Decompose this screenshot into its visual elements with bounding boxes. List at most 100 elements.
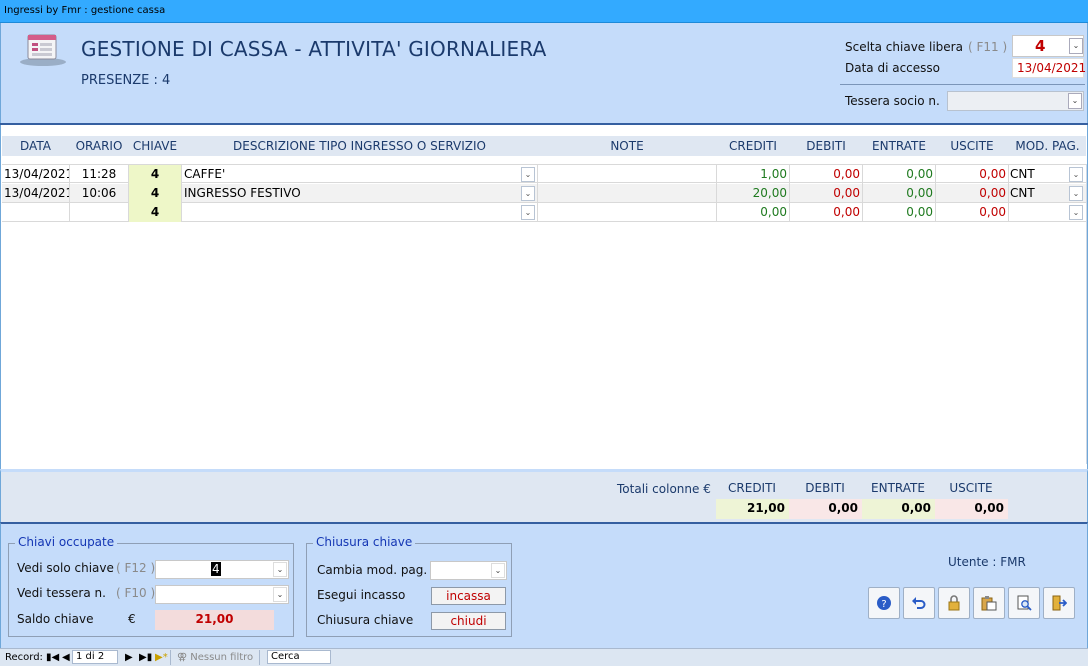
chevron-down-icon[interactable]: ⌄ — [1069, 38, 1083, 54]
cell-note[interactable] — [538, 203, 717, 222]
undo-button[interactable] — [903, 587, 935, 619]
chevron-down-icon[interactable]: ⌄ — [273, 587, 287, 602]
col-orario[interactable]: ORARIO — [70, 139, 128, 153]
cell-mod-pag[interactable]: CNT ⌄ — [1009, 165, 1086, 184]
lock-button[interactable] — [938, 587, 970, 619]
print-preview-button[interactable] — [1008, 587, 1040, 619]
search-input[interactable]: Cerca — [267, 650, 331, 664]
total-debiti: 0,00 — [789, 499, 862, 519]
filter-icon: ⚢ — [177, 652, 191, 663]
table-row[interactable]: 13/04/2021 10:06 4 INGRESSO FESTIVO ⌄ 20,… — [2, 184, 1086, 203]
table-row[interactable]: 13/04/2021 11:28 4 CAFFE' ⌄ 1,00 0,00 0,0… — [2, 164, 1086, 184]
col-note[interactable]: NOTE — [538, 139, 716, 153]
grid-scrollbar[interactable] — [1086, 164, 1087, 464]
col-debiti[interactable]: DEBITI — [790, 139, 862, 153]
cell-note[interactable] — [538, 165, 717, 184]
total-uscite: 0,00 — [935, 499, 1008, 519]
cell-debiti[interactable]: 0,00 — [790, 165, 863, 184]
cash-register-icon — [18, 33, 68, 67]
data-accesso-field[interactable]: 13/04/2021 — [1012, 58, 1086, 78]
vedi-tessera-select[interactable]: ⌄ — [155, 585, 289, 604]
chiavi-occupate-legend: Chiavi occupate — [15, 535, 118, 549]
new-record-icon[interactable]: ▶* — [155, 652, 168, 663]
chevron-down-icon[interactable]: ⌄ — [1068, 93, 1082, 109]
chevron-down-icon[interactable]: ⌄ — [1069, 205, 1083, 220]
table-row-new[interactable]: 4 ⌄ 0,00 0,00 0,00 0,00 ⌄ — [2, 203, 1086, 222]
cell-orario[interactable] — [70, 203, 129, 222]
col-crediti[interactable]: CREDITI — [717, 139, 789, 153]
cell-data[interactable] — [2, 203, 70, 222]
scelta-chiave-select[interactable]: 4 ⌄ — [1012, 35, 1084, 57]
cell-data[interactable]: 13/04/2021 — [2, 165, 70, 184]
cambia-mod-pag-select[interactable]: ⌄ — [430, 561, 507, 580]
cell-entrate[interactable]: 0,00 — [863, 203, 936, 222]
saldo-chiave-label: Saldo chiave — [17, 612, 94, 626]
cell-descrizione[interactable]: CAFFE' ⌄ — [182, 165, 538, 184]
cell-descrizione[interactable]: ⌄ — [182, 203, 538, 222]
cell-crediti[interactable]: 20,00 — [717, 184, 790, 203]
col-mod-pag[interactable]: MOD. PAG. — [1009, 139, 1086, 153]
cell-entrate[interactable]: 0,00 — [863, 184, 936, 203]
vedi-chiave-select[interactable]: 4 ⌄ — [155, 560, 289, 579]
cell-uscite[interactable]: 0,00 — [936, 165, 1009, 184]
last-record-icon[interactable]: ▶▮ — [139, 652, 152, 663]
incassa-button[interactable]: incassa — [431, 587, 506, 605]
chiudi-button[interactable]: chiudi — [431, 612, 506, 630]
chiusura-chiave-label: Chiusura chiave — [317, 613, 414, 627]
col-chiave[interactable]: CHIAVE — [129, 139, 181, 153]
totals-header-debiti: DEBITI — [805, 481, 845, 495]
vedi-chiave-hint: ( F12 ) — [116, 561, 156, 575]
cell-debiti[interactable]: 0,00 — [790, 203, 863, 222]
help-icon: ? — [877, 596, 891, 610]
col-data[interactable]: DATA — [2, 139, 69, 153]
help-button[interactable]: ? — [868, 587, 900, 619]
cell-mod-pag[interactable]: ⌄ — [1009, 203, 1086, 222]
cell-mod-pag[interactable]: CNT ⌄ — [1009, 184, 1086, 203]
col-entrate[interactable]: ENTRATE — [863, 139, 935, 153]
chevron-down-icon[interactable]: ⌄ — [1069, 186, 1083, 201]
chiusura-chiave-group: Chiusura chiave Cambia mod. pag. ⌄ Esegu… — [306, 535, 512, 637]
saldo-chiave-value: 21,00 — [155, 610, 274, 630]
cambia-mod-pag-label: Cambia mod. pag. — [317, 563, 428, 577]
paste-button[interactable] — [973, 587, 1005, 619]
cell-chiave[interactable]: 4 — [129, 165, 182, 184]
cell-note[interactable] — [538, 184, 717, 203]
next-record-icon[interactable]: ▶ — [125, 652, 133, 663]
chevron-down-icon[interactable]: ⌄ — [273, 562, 287, 577]
cell-descrizione[interactable]: INGRESSO FESTIVO ⌄ — [182, 184, 538, 203]
exit-button[interactable] — [1043, 587, 1075, 619]
totals-header-entrate: ENTRATE — [871, 481, 925, 495]
cell-crediti[interactable]: 1,00 — [717, 165, 790, 184]
cell-data[interactable]: 13/04/2021 — [2, 184, 70, 203]
cell-uscite[interactable]: 0,00 — [936, 184, 1009, 203]
chevron-down-icon[interactable]: ⌄ — [521, 205, 535, 220]
first-record-icon[interactable]: ▮◀ — [46, 652, 59, 663]
chevron-down-icon[interactable]: ⌄ — [521, 186, 535, 201]
tessera-socio-select[interactable]: ⌄ — [947, 91, 1084, 111]
cell-entrate[interactable]: 0,00 — [863, 165, 936, 184]
filter-indicator[interactable]: ⚢ Nessun filtro — [170, 650, 261, 665]
record-position-field[interactable]: 1 di 2 — [72, 650, 118, 664]
cell-uscite[interactable]: 0,00 — [936, 203, 1009, 222]
chevron-down-icon[interactable]: ⌄ — [521, 167, 535, 182]
mod-pag-text: CNT — [1010, 167, 1035, 181]
chevron-down-icon[interactable]: ⌄ — [491, 563, 505, 578]
descrizione-text: INGRESSO FESTIVO — [184, 186, 301, 200]
col-uscite[interactable]: USCITE — [936, 139, 1008, 153]
col-descrizione[interactable]: DESCRIZIONE TIPO INGRESSO O SERVIZIO — [182, 139, 537, 153]
prev-record-icon[interactable]: ◀ — [62, 652, 70, 663]
cell-chiave[interactable]: 4 — [129, 184, 182, 203]
vedi-chiave-label: Vedi solo chiave — [17, 561, 114, 575]
undo-icon — [912, 597, 926, 609]
cell-debiti[interactable]: 0,00 — [790, 184, 863, 203]
totals-header-crediti: CREDITI — [728, 481, 776, 495]
tessera-socio-label: Tessera socio n. — [845, 94, 940, 108]
cell-chiave[interactable]: 4 — [129, 203, 182, 222]
saldo-currency: € — [128, 612, 136, 626]
chevron-down-icon[interactable]: ⌄ — [1069, 167, 1083, 182]
cell-orario[interactable]: 10:06 — [70, 184, 129, 203]
vedi-chiave-value: 4 — [211, 562, 221, 576]
cell-crediti[interactable]: 0,00 — [717, 203, 790, 222]
window-titlebar: Ingressi by Fmr : gestione cassa — [0, 0, 1088, 23]
cell-orario[interactable]: 11:28 — [70, 165, 129, 184]
